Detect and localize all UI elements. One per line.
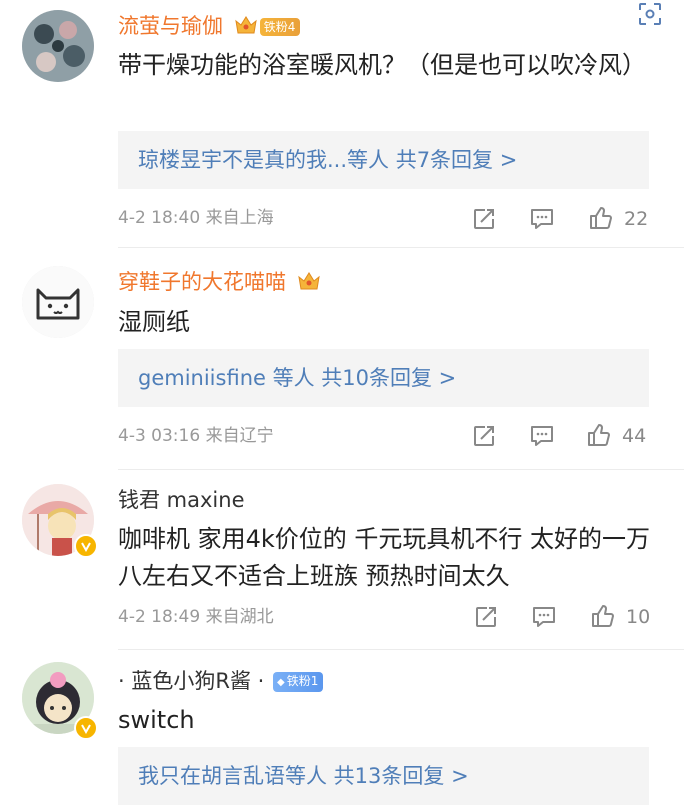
fan-badge: 铁粉4 — [259, 18, 301, 36]
replies-link[interactable]: 我只在胡言乱语等人 共13条回复 > — [118, 747, 649, 805]
avatar[interactable] — [22, 10, 94, 82]
fan-badge-label: 铁粉1 — [286, 674, 319, 688]
comment-text: 湿厕纸 — [118, 308, 190, 336]
crown-icon — [234, 13, 258, 42]
comment-item: 流萤与瑜伽 铁粉4 带干燥功能的浴室暖风机？（但是也可以吹冷风） 琼楼昱宇不是真… — [0, 0, 684, 248]
like-icon[interactable] — [586, 422, 612, 448]
time-location: 4-3 03:16 来自辽宁 — [118, 426, 274, 446]
comment-text: switch — [118, 706, 195, 734]
share-icon[interactable] — [471, 423, 497, 449]
verified-v-icon — [74, 534, 98, 558]
comment-icon[interactable] — [531, 604, 557, 630]
avatar[interactable] — [22, 266, 94, 338]
time-location: 4-2 18:40 来自上海 — [118, 208, 274, 228]
username[interactable]: 穿鞋子的大花喵喵 — [118, 270, 286, 294]
share-icon[interactable] — [473, 604, 499, 630]
comment-icon[interactable] — [529, 423, 555, 449]
like-icon[interactable] — [590, 603, 616, 629]
username[interactable]: · 蓝色小狗R酱 · — [118, 669, 264, 693]
time-location: 4-2 18:49 来自湖北 — [118, 607, 274, 627]
share-icon[interactable] — [471, 206, 497, 232]
username[interactable]: 钱君 maxine — [118, 488, 245, 512]
comment-text: 带干燥功能的浴室暖风机？（但是也可以吹冷风） — [118, 51, 646, 79]
like-count: 10 — [626, 606, 651, 628]
comment-item: · 蓝色小狗R酱 · ◆ 铁粉1 switch 我只在胡言乱语等人 共13条回复 … — [0, 650, 684, 805]
fan-badge: ◆ 铁粉1 — [272, 672, 324, 692]
comment-item: 穿鞋子的大花喵喵 湿厕纸 geminiisfine 等人 共10条回复 > 4-… — [0, 248, 684, 470]
verified-v-icon — [74, 716, 98, 740]
like-count: 44 — [622, 425, 647, 447]
like-count: 22 — [624, 208, 649, 230]
like-icon[interactable] — [588, 205, 614, 231]
comment-icon[interactable] — [529, 206, 555, 232]
crown-icon — [297, 269, 321, 298]
replies-link[interactable]: 琼楼昱宇不是真的我...等人 共7条回复 > — [118, 131, 649, 189]
diamond-icon: ◆ — [276, 677, 285, 688]
username[interactable]: 流萤与瑜伽 — [118, 14, 223, 38]
replies-link[interactable]: geminiisfine 等人 共10条回复 > — [118, 349, 649, 407]
comment-item: 钱君 maxine 咖啡机 家用4k价位的 千元玩具机不行 太好的一万八左右又不… — [0, 470, 684, 650]
comment-text: 咖啡机 家用4k价位的 千元玩具机不行 太好的一万八左右又不适合上班族 预热时间… — [118, 525, 651, 590]
